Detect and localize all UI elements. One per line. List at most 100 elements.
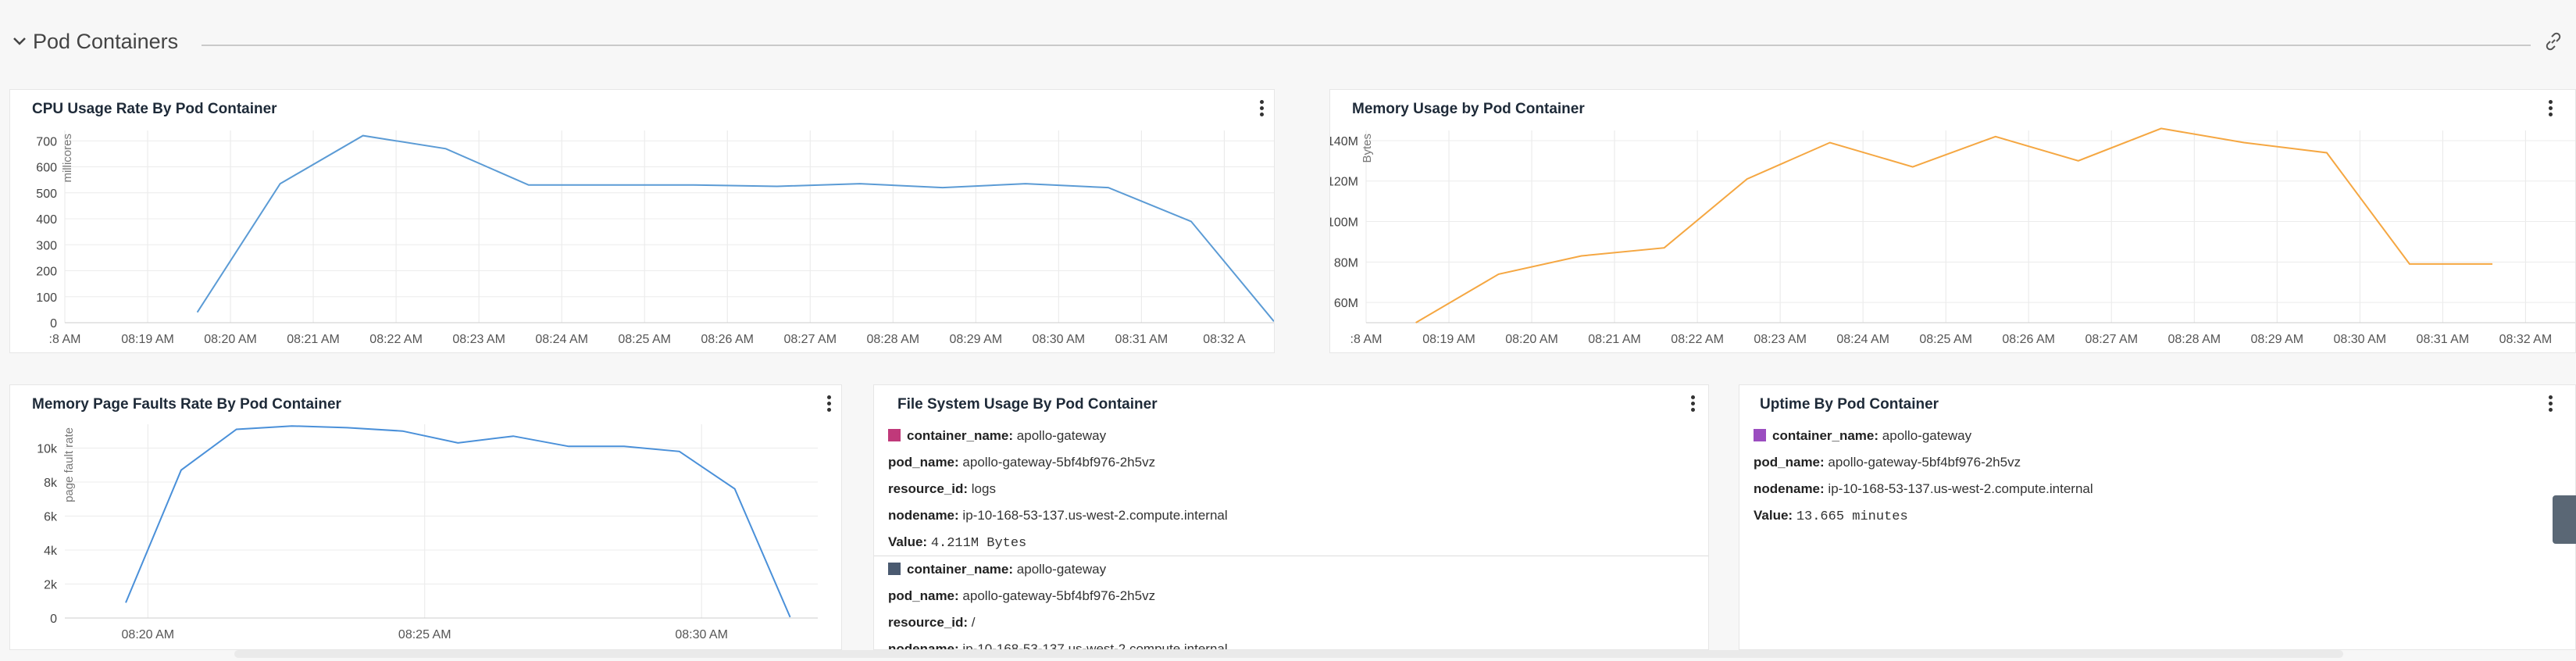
memory-usage-panel: Memory Usage by Pod Container :8 AM 08:19… <box>1329 89 2576 353</box>
uptime-panel: Uptime By Pod Container container_name: … <box>1739 384 2576 650</box>
y-tick-label: 100 <box>36 291 57 305</box>
y-tick-label: 0 <box>50 613 57 626</box>
label: pod_name: <box>1754 455 1825 470</box>
x-tick-label: 08:20 AM <box>204 333 257 346</box>
side-drawer-tab[interactable] <box>2553 495 2576 544</box>
y-tick-label: 500 <box>36 188 57 201</box>
x-tick-label: 08:30 AM <box>1033 333 1086 346</box>
x-tick-label: 08:25 AM <box>618 333 671 346</box>
legend-row: resource_id: / <box>888 609 1228 636</box>
x-tick-label: :8 AM <box>49 333 81 346</box>
section-divider <box>202 45 2531 46</box>
y-tick-label: 10k <box>37 442 58 456</box>
resource-id: logs <box>971 481 996 496</box>
panel-title: Memory Page Faults Rate By Pod Container <box>32 396 341 413</box>
x-tick-label: 08:27 AM <box>783 333 837 346</box>
label: container_name: <box>907 562 1014 577</box>
x-tick-label: 08:32 A <box>1203 333 1246 346</box>
y-tick-label: 80M <box>1334 256 1358 270</box>
x-tick-label: 08:28 AM <box>866 333 919 346</box>
x-tick-label: 08:22 AM <box>369 333 423 346</box>
memory-page-faults-panel: Memory Page Faults Rate By Pod Container… <box>9 384 842 650</box>
x-tick-label: 08:20 AM <box>122 628 175 641</box>
legend-row: container_name: apollo-gateway <box>1754 423 2093 449</box>
legend-row: resource_id: logs <box>888 476 1228 502</box>
value: 4.211M Bytes <box>930 536 1027 551</box>
chevron-down-icon[interactable] <box>11 33 28 50</box>
container-name: apollo-gateway <box>1016 562 1107 577</box>
y-tick-label: 100M <box>1330 216 1358 230</box>
y-tick-label: 700 <box>36 135 57 148</box>
x-tick-label: 08:23 AM <box>1754 333 1807 346</box>
x-tick-label: 08:19 AM <box>121 333 174 346</box>
legend-row: pod_name: apollo-gateway-5bf4bf976-2h5vz <box>888 583 1228 609</box>
x-tick-label: :8 AM <box>1350 333 1383 346</box>
nodename: ip-10-168-53-137.us-west-2.compute.inter… <box>962 508 1228 523</box>
x-tick-label: 08:31 AM <box>2417 333 2470 346</box>
cpu-usage-panel: CPU Usage Rate By Pod Container :8 AM 08:… <box>9 89 1275 353</box>
container-name: apollo-gateway <box>1016 428 1107 443</box>
series-line <box>196 134 1274 322</box>
cpu-usage-chart: :8 AM 08:19 AM 08:20 AM 08:21 AM 08:22 AM 08:… <box>36 130 1274 346</box>
x-tick-label: 08:32 AM <box>2499 333 2553 346</box>
link-icon[interactable] <box>2543 31 2564 52</box>
y-tick-label: 0 <box>50 317 57 330</box>
y-tick-label: 600 <box>36 162 57 175</box>
label: Value: <box>1754 508 1793 523</box>
uptime-legend: container_name: apollo-gateway pod_name:… <box>1754 423 2093 529</box>
x-tick-label: 08:30 AM <box>2334 333 2387 346</box>
legend-row: container_name: apollo-gateway <box>888 556 1228 583</box>
kebab-menu-icon[interactable] <box>2541 98 2560 123</box>
label: resource_id: <box>888 615 969 630</box>
legend-row: pod_name: apollo-gateway-5bf4bf976-2h5vz <box>1754 449 2093 476</box>
y-tick-label: 120M <box>1330 176 1358 189</box>
legend-row: nodename: ip-10-168-53-137.us-west-2.com… <box>888 502 1228 529</box>
pod-name: apollo-gateway-5bf4bf976-2h5vz <box>962 588 1156 603</box>
kebab-menu-icon[interactable] <box>819 393 838 418</box>
y-tick-label: 200 <box>36 266 57 279</box>
y-axis-label: Bytes <box>1361 134 1374 163</box>
pod-name: apollo-gateway-5bf4bf976-2h5vz <box>962 455 1156 470</box>
file-system-usage-panel: File System Usage By Pod Container conta… <box>873 384 1709 650</box>
panel-title: Memory Usage by Pod Container <box>1352 101 1585 117</box>
x-tick-label: 08:29 AM <box>949 333 1002 346</box>
y-tick-label: 4k <box>44 545 58 558</box>
kebab-menu-icon[interactable] <box>1683 393 1702 418</box>
x-tick-label: 08:24 AM <box>535 333 588 346</box>
x-tick-label: 08:30 AM <box>675 628 728 641</box>
label: pod_name: <box>888 455 959 470</box>
series-swatch <box>1754 429 1766 441</box>
y-tick-label: 8k <box>44 477 58 490</box>
x-tick-label: 08:20 AM <box>1505 333 1558 346</box>
legend-row: nodename: ip-10-168-53-137.us-west-2.com… <box>888 636 1228 650</box>
label: nodename: <box>888 508 959 523</box>
x-tick-label: 08:21 AM <box>1588 333 1641 346</box>
x-tick-label: 08:29 AM <box>2250 333 2303 346</box>
resource-id: / <box>971 615 976 630</box>
y-tick-label: 300 <box>36 239 57 252</box>
container-name: apollo-gateway <box>1882 428 1972 443</box>
y-axis-label: page fault rate <box>62 427 76 502</box>
fs-legend: container_name: apollo-gateway pod_name:… <box>874 423 1708 650</box>
y-tick-label: 140M <box>1330 135 1358 148</box>
x-tick-label: 08:26 AM <box>701 333 754 346</box>
x-tick-label: 08:25 AM <box>1919 333 1972 346</box>
y-tick-label: 60M <box>1334 297 1358 310</box>
kebab-menu-icon[interactable] <box>1252 98 1271 123</box>
x-tick-label: 08:26 AM <box>2002 333 2055 346</box>
horizontal-scrollbar[interactable] <box>234 650 2343 658</box>
memory-page-faults-chart: 08:20 AM 08:25 AM 08:30 AM 0 2k 4k 6k 8k 10k page… <box>37 424 818 641</box>
x-tick-label: 08:27 AM <box>2085 333 2138 346</box>
kebab-menu-icon[interactable] <box>2541 393 2560 418</box>
legend-row: nodename: ip-10-168-53-137.us-west-2.com… <box>1754 476 2093 502</box>
section-title: Pod Containers <box>33 30 179 53</box>
memory-usage-chart: :8 AM 08:19 AM 08:20 AM 08:21 AM 08:22 AM 08:… <box>1330 127 2575 346</box>
x-tick-label: 08:31 AM <box>1115 333 1168 346</box>
series-line <box>125 425 791 618</box>
legend-row: pod_name: apollo-gateway-5bf4bf976-2h5vz <box>888 449 1228 476</box>
panel-title: CPU Usage Rate By Pod Container <box>32 101 277 117</box>
label: nodename: <box>1754 481 1825 496</box>
series-swatch <box>888 429 901 441</box>
x-tick-label: 08:22 AM <box>1671 333 1724 346</box>
nodename: ip-10-168-53-137.us-west-2.compute.inter… <box>962 641 1228 650</box>
